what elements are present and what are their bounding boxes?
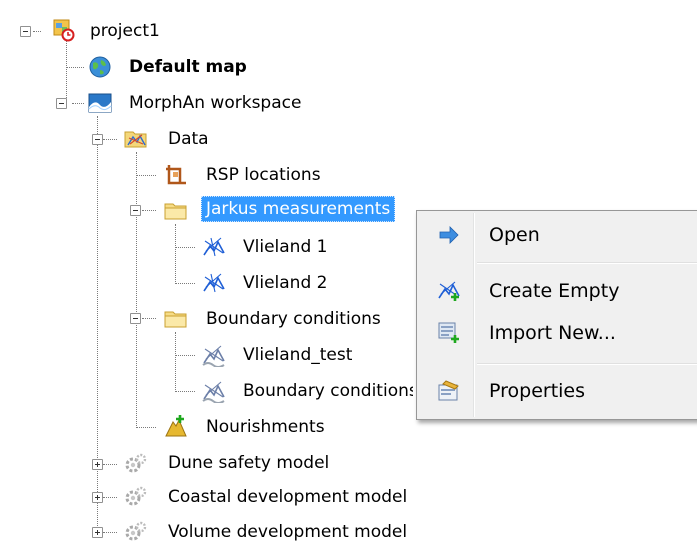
tree-item-data[interactable]: Data — [168, 128, 209, 152]
menu-item-open[interactable]: Open — [419, 217, 697, 253]
tree-item-boundary-child[interactable]: Boundary conditions — [243, 380, 413, 404]
tree-item-coastal-model[interactable]: Coastal development model — [168, 486, 407, 510]
tree-item-project[interactable]: project1 — [90, 20, 160, 44]
tree-line — [175, 355, 195, 356]
import-icon — [438, 322, 459, 343]
tree-item-jarkus[interactable]: Jarkus measurements — [201, 196, 396, 222]
collapse-toggle-data[interactable] — [92, 134, 103, 145]
transect-icon — [203, 237, 225, 257]
tree-line — [103, 139, 117, 140]
tree-item-dune-model[interactable]: Dune safety model — [168, 452, 329, 476]
tree-item-volume-model[interactable]: Volume development model — [168, 521, 407, 545]
collapse-toggle-boundary[interactable] — [130, 313, 141, 324]
rsp-locations-icon — [166, 165, 186, 185]
tree-line — [175, 224, 176, 284]
tree-item-vlieland1[interactable]: Vlieland 1 — [243, 236, 327, 260]
tree-item-workspace[interactable]: MorphAn workspace — [129, 92, 301, 116]
properties-icon — [438, 380, 459, 401]
expand-toggle-dune[interactable] — [92, 459, 103, 470]
tree-line — [136, 175, 156, 176]
collapse-toggle-project[interactable] — [20, 26, 31, 37]
gear-icon — [125, 521, 147, 541]
expand-toggle-volume[interactable] — [92, 527, 103, 538]
tree-line — [66, 67, 84, 68]
globe-icon — [89, 56, 111, 78]
menu-item-import-new[interactable]: Import New... — [419, 315, 697, 351]
boundary-transect-icon — [202, 345, 225, 367]
menu-item-properties[interactable]: Properties — [419, 373, 697, 409]
menu-label-import-new: Import New... — [489, 322, 616, 344]
tree-line — [175, 247, 195, 248]
menu-separator — [477, 363, 697, 365]
tree-item-nourishments[interactable]: Nourishments — [206, 416, 325, 440]
tree-item-vlieland-test[interactable]: Vlieland_test — [243, 344, 352, 368]
tree-item-default-map[interactable]: Default map — [129, 56, 247, 80]
menu-item-create-empty[interactable]: Create Empty — [419, 273, 697, 309]
tree-item-vlieland2[interactable]: Vlieland 2 — [243, 272, 327, 296]
tree-line — [103, 532, 117, 533]
menu-label-open: Open — [489, 224, 540, 246]
arrow-right-icon — [439, 226, 459, 244]
collapse-toggle-workspace[interactable] — [56, 98, 67, 109]
tree-line — [103, 464, 117, 465]
create-transect-icon — [438, 281, 460, 301]
nourishment-icon — [165, 415, 187, 437]
tree-line — [175, 332, 176, 392]
menu-label-create-empty: Create Empty — [489, 280, 620, 302]
tree-line — [142, 210, 156, 211]
expand-toggle-coastal[interactable] — [92, 492, 103, 503]
tree-line — [72, 103, 84, 104]
gear-icon — [125, 453, 147, 473]
transect-icon — [203, 273, 225, 293]
tree-line — [103, 497, 117, 498]
tree-line — [142, 318, 156, 319]
folder-icon — [164, 311, 187, 328]
workspace-icon — [88, 93, 112, 113]
tree-line — [33, 31, 41, 32]
tree-line — [66, 40, 67, 104]
folder-icon — [164, 203, 187, 220]
context-menu: Open Create Empty Import New... Properti… — [416, 210, 697, 420]
tree-line — [175, 391, 195, 392]
tree-item-boundary[interactable]: Boundary conditions — [206, 308, 381, 332]
collapse-toggle-jarkus[interactable] — [130, 205, 141, 216]
gear-icon — [125, 486, 147, 506]
boundary-transect-icon — [202, 381, 225, 403]
tree-line — [136, 152, 137, 428]
data-folder-icon — [124, 131, 147, 148]
menu-label-properties: Properties — [489, 380, 586, 402]
tree-item-rsp-locations[interactable]: RSP locations — [206, 164, 321, 188]
menu-separator — [477, 262, 697, 264]
project-icon — [53, 19, 75, 42]
tree-line — [175, 283, 195, 284]
tree-line — [136, 427, 156, 428]
